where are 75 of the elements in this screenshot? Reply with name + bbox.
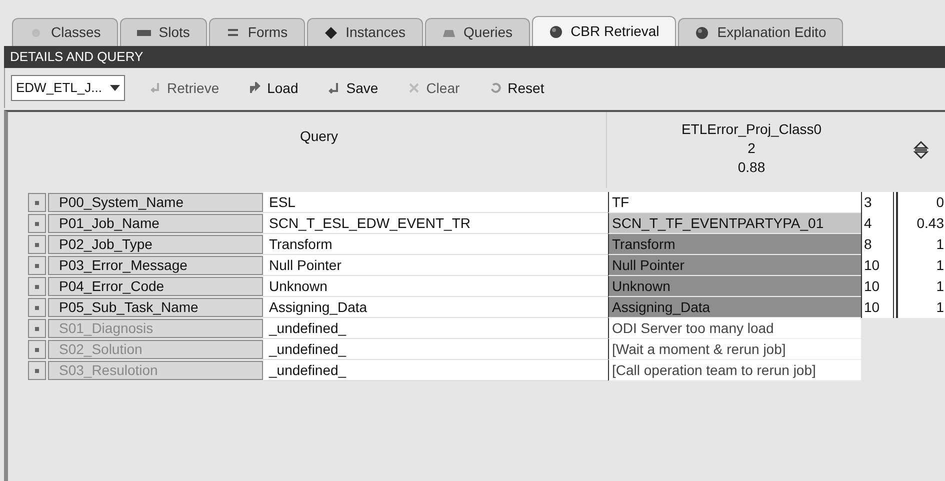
attribute-label: P05_Sub_Task_Name bbox=[48, 298, 263, 317]
row-marker[interactable] bbox=[28, 319, 46, 338]
query-cell: _undefined_ bbox=[263, 360, 608, 381]
attribute-label: S01_Diagnosis bbox=[48, 319, 263, 338]
attribute-label: P03_Error_Message bbox=[48, 256, 263, 275]
weight-cell: 4 bbox=[861, 213, 897, 234]
arrow-icon bbox=[148, 82, 161, 94]
ball-icon bbox=[695, 26, 710, 38]
attribute-label: P04_Error_Code bbox=[48, 277, 263, 296]
query-cell: Transform bbox=[263, 234, 608, 255]
tab[interactable]: Forms bbox=[208, 18, 305, 46]
query-cell: Unknown bbox=[263, 276, 608, 297]
row-marker[interactable] bbox=[28, 298, 46, 317]
query-cell: ESL bbox=[263, 192, 608, 213]
tab[interactable]: Classes bbox=[12, 18, 118, 46]
toolbar-button[interactable]: Save bbox=[322, 76, 384, 100]
row-marker[interactable] bbox=[28, 214, 46, 233]
save-icon bbox=[328, 82, 340, 94]
case-value-cell: Unknown bbox=[608, 276, 861, 297]
tab[interactable]: Queries bbox=[424, 18, 530, 46]
weight-cell: 8 bbox=[861, 234, 897, 255]
row-marker[interactable] bbox=[28, 340, 46, 359]
attribute-label: P00_System_Name bbox=[48, 193, 263, 212]
column-header: ETLError_Proj_Class0 bbox=[681, 120, 822, 139]
row-marker[interactable] bbox=[28, 193, 46, 212]
query-cell: SCN_T_ESL_EDW_EVENT_TR bbox=[263, 213, 608, 234]
case-value-cell: TF bbox=[608, 192, 861, 213]
query-cell: Assigning_Data bbox=[263, 297, 608, 318]
similarity-cell: 1 bbox=[897, 276, 945, 297]
weight-cell: 10 bbox=[861, 276, 897, 297]
toolbar-button[interactable]: Load bbox=[243, 76, 304, 100]
column-header: 2 bbox=[748, 139, 756, 158]
tab[interactable]: Slots bbox=[120, 18, 207, 46]
lines-icon bbox=[226, 26, 240, 38]
weight-cell: 10 bbox=[861, 255, 897, 276]
panel-title-bar: DETAILS AND QUERY bbox=[4, 46, 945, 68]
attribute-label: S02_Solution bbox=[48, 340, 263, 359]
query-cell: _undefined_ bbox=[263, 339, 608, 360]
load-icon bbox=[249, 82, 262, 94]
case-value-cell: [Wait a moment & rerun job] bbox=[608, 339, 861, 360]
reset-icon bbox=[490, 82, 502, 94]
tab[interactable]: Explanation Edito bbox=[678, 18, 844, 46]
row-marker[interactable] bbox=[28, 235, 46, 254]
cross-icon bbox=[408, 82, 420, 94]
case-dropdown[interactable]: EDW_ETL_J... bbox=[11, 75, 125, 101]
sort-icon bbox=[912, 140, 928, 160]
similarity-cell: 1 bbox=[897, 234, 945, 255]
similarity-cell: 1 bbox=[897, 297, 945, 318]
case-value-cell: Null Pointer bbox=[608, 255, 861, 276]
weight-cell: 10 bbox=[861, 297, 897, 318]
similarity-cell: 0 bbox=[897, 192, 945, 213]
attribute-label: P01_Job_Name bbox=[48, 214, 263, 233]
weight-cell: 3 bbox=[861, 192, 897, 213]
case-value-cell: Transform bbox=[608, 234, 861, 255]
case-value-cell: Assigning_Data bbox=[608, 297, 861, 318]
case-value-cell: [Call operation team to rerun job] bbox=[608, 360, 861, 381]
ball-icon bbox=[548, 26, 563, 38]
row-marker[interactable] bbox=[28, 256, 46, 275]
tab[interactable]: Instances bbox=[306, 18, 423, 46]
diamond-icon bbox=[324, 26, 338, 38]
case-value-cell: ODI Server too many load bbox=[608, 318, 861, 339]
column-header: Query bbox=[300, 127, 338, 146]
attribute-label: P02_Job_Type bbox=[48, 235, 263, 254]
similarity-cell: 0.43 bbox=[897, 213, 945, 234]
caret-icon bbox=[110, 85, 120, 91]
attribute-label: S03_Resulotion bbox=[48, 361, 263, 380]
similarity-cell: 1 bbox=[897, 255, 945, 276]
query-cell: _undefined_ bbox=[263, 318, 608, 339]
row-marker[interactable] bbox=[28, 277, 46, 296]
row-marker[interactable] bbox=[28, 361, 46, 380]
toolbar-button[interactable]: Reset bbox=[484, 76, 550, 100]
column-header: 0.88 bbox=[738, 158, 766, 177]
case-value-cell: SCN_T_TF_EVENTPARTYPA_01 bbox=[608, 213, 861, 234]
query-cell: Null Pointer bbox=[263, 255, 608, 276]
tab[interactable]: CBR Retrieval bbox=[532, 16, 676, 46]
